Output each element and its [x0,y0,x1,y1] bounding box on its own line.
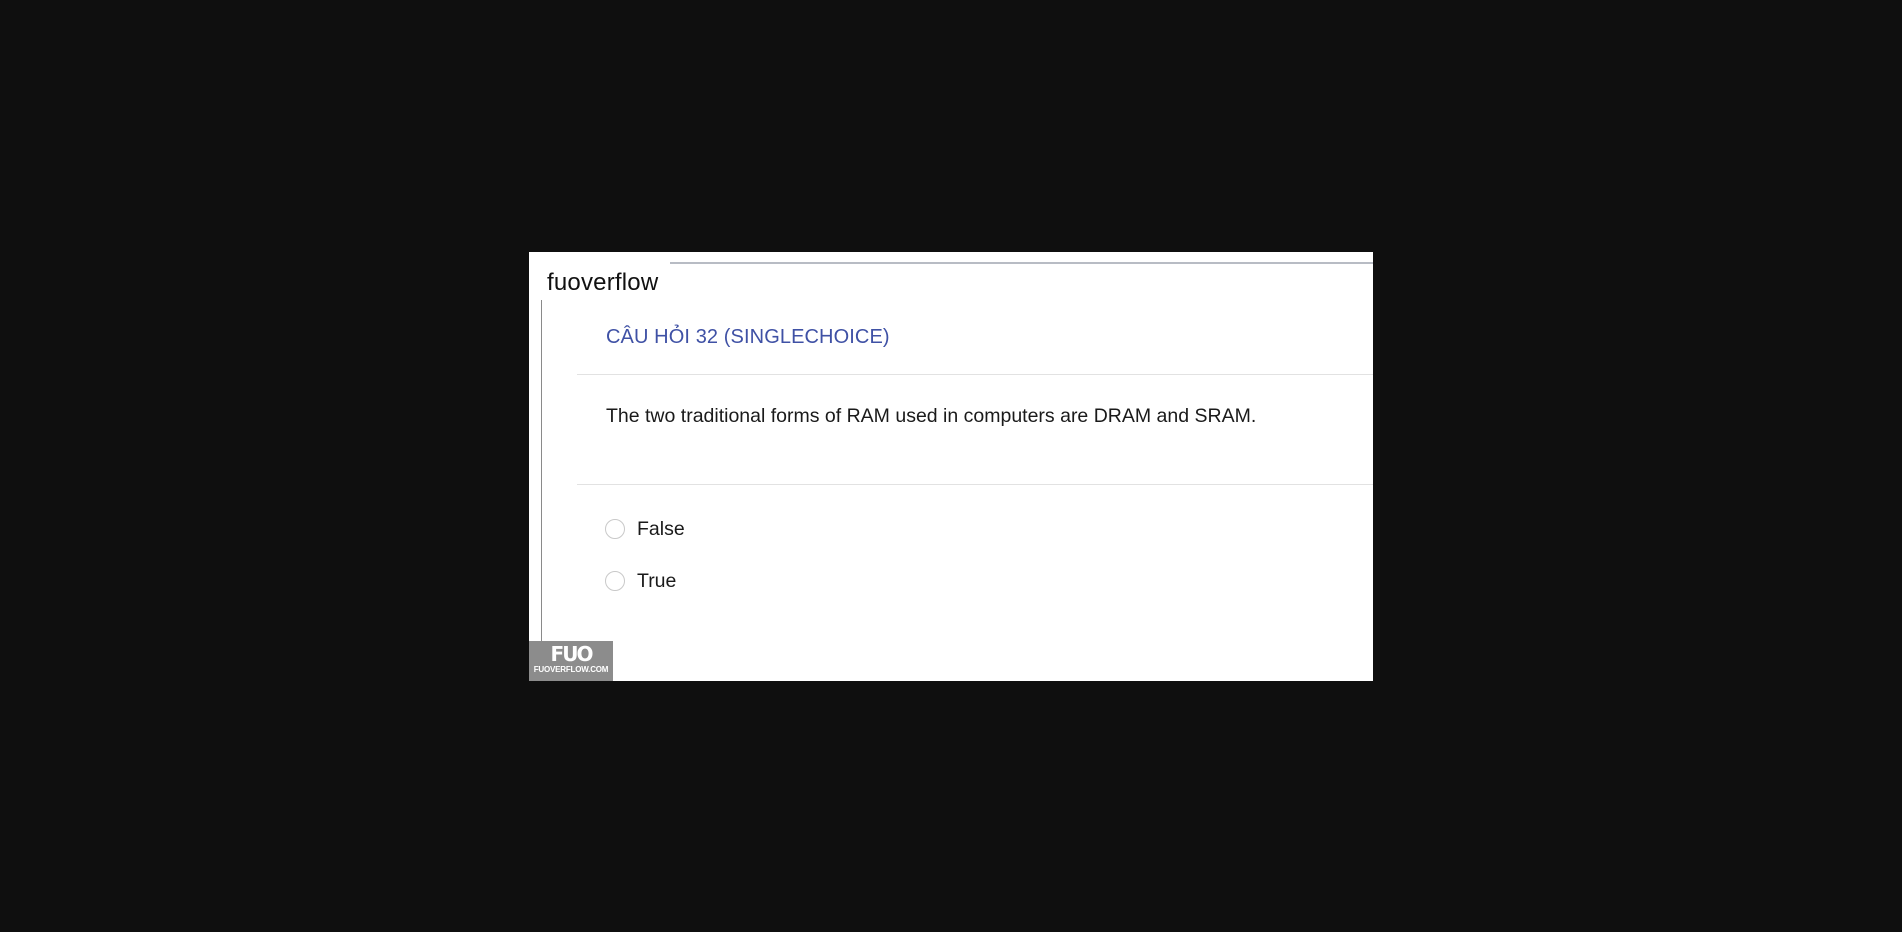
answer-option-label: True [637,569,677,592]
watermark-logo: FUO FUOVERFLOW.COM [529,641,613,681]
question-text: The two traditional forms of RAM used in… [606,405,1257,427]
watermark-logo-text: FUO [550,642,594,666]
title-divider [577,374,1373,375]
top-divider [670,262,1373,264]
question-title: CÂU HỎI 32 (SINGLECHOICE) [606,326,890,348]
answer-option-label: False [637,517,685,540]
question-divider [577,484,1373,485]
watermark-domain: FUOVERFLOW.COM [533,665,609,674]
radio-button[interactable] [605,571,625,591]
radio-button[interactable] [605,519,625,539]
site-name: fuoverflow [547,269,659,296]
screenshot-image: fuoverflow CÂU HỎI 32 (SINGLECHOICE) The… [529,252,1373,681]
image-viewer: fuoverflow CÂU HỎI 32 (SINGLECHOICE) The… [0,0,1902,932]
answer-option-true[interactable]: True [605,568,676,594]
answer-option-false[interactable]: False [605,516,685,542]
left-divider [541,300,542,681]
